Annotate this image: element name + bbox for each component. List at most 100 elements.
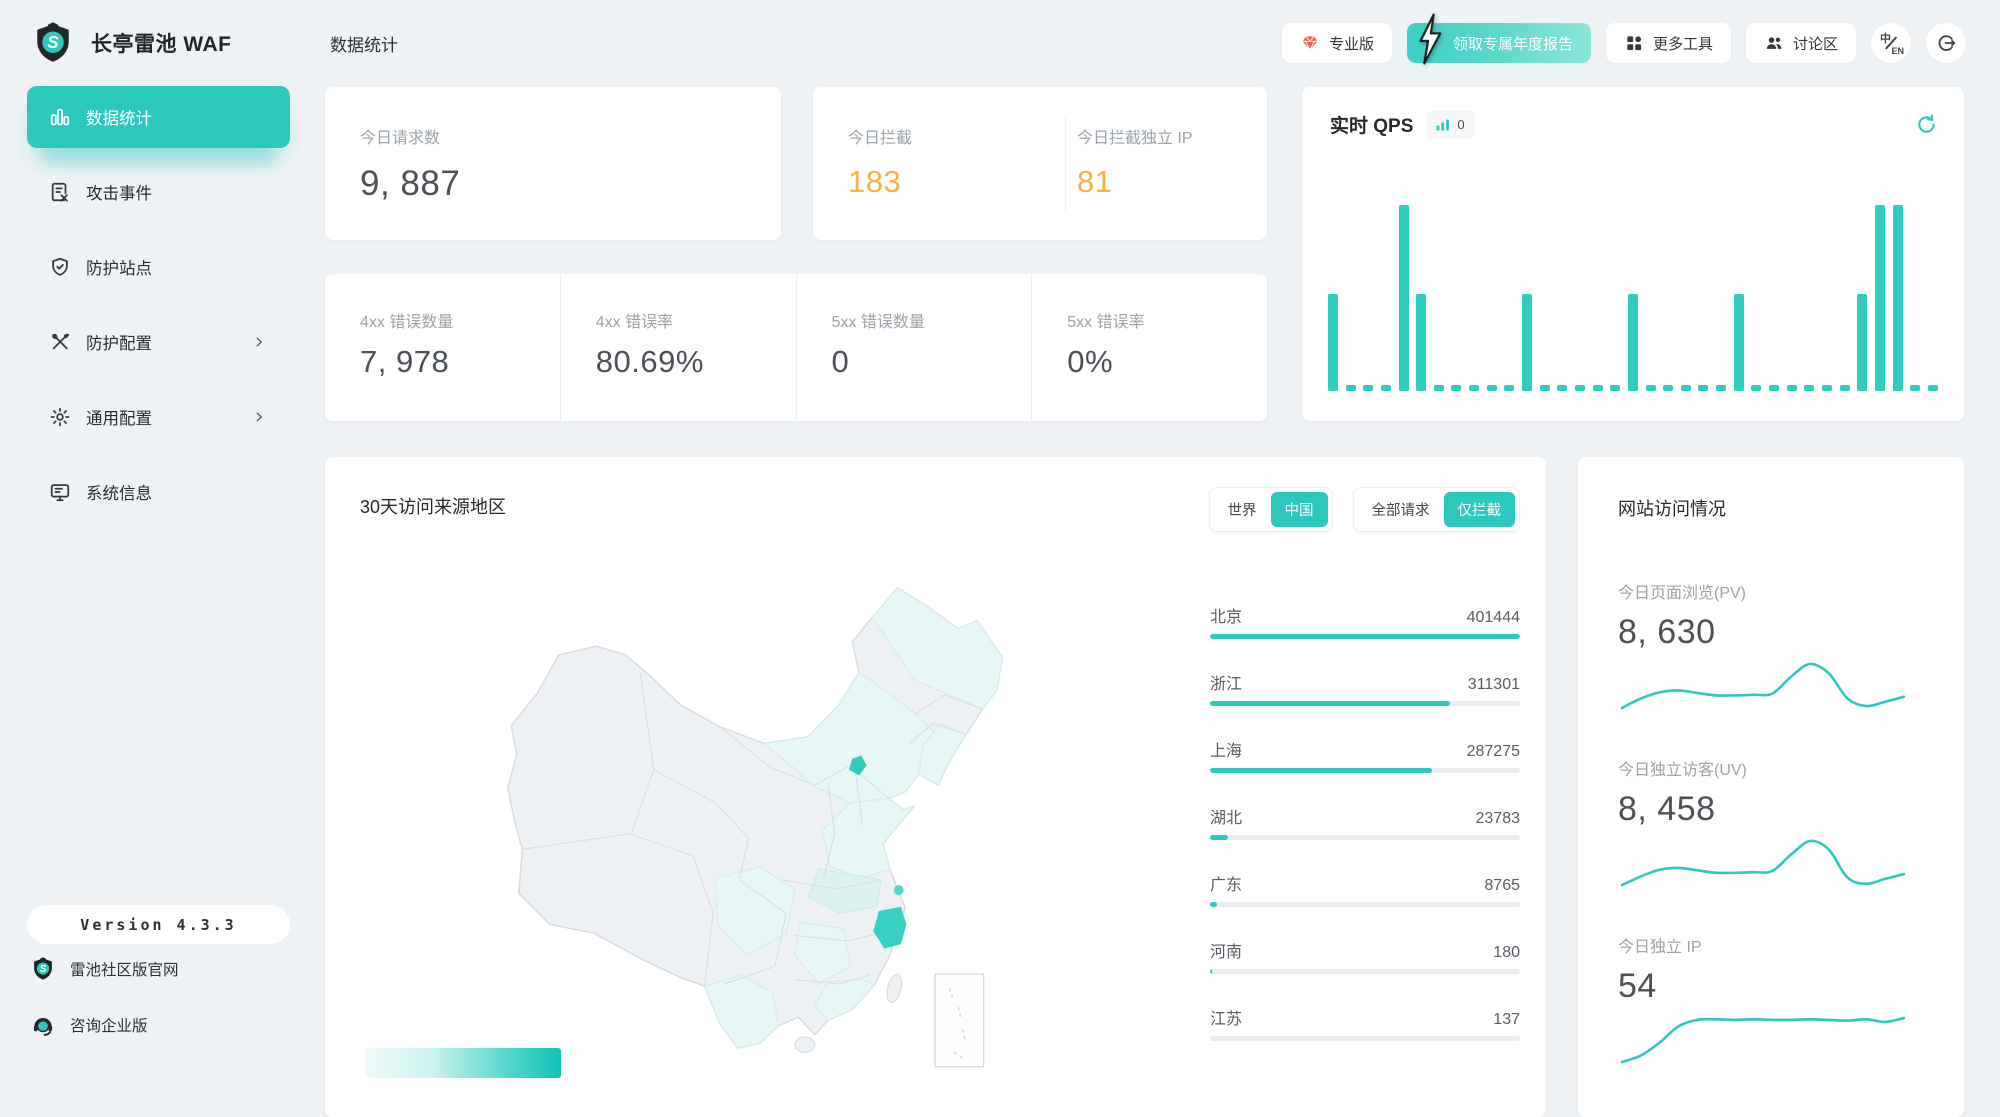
province-bar-track: [1210, 768, 1520, 773]
province-row: 上海 287275: [1210, 737, 1520, 804]
sidebar-link-community-site[interactable]: S 雷池社区版官网: [30, 952, 179, 986]
annual-report-button[interactable]: 领取专属年度报告: [1406, 13, 1591, 65]
app-title: 长亭雷池 WAF: [91, 33, 232, 56]
sidebar-item-general-config[interactable]: 通用配置: [27, 386, 290, 448]
visit-metric-label: 今日独立 IP: [1618, 939, 1702, 956]
error-stat-col: 5xx 错误率 0%: [1031, 274, 1267, 421]
request-type-toggle: 全部请求 仅拦截: [1352, 487, 1520, 532]
qps-bar: [1804, 385, 1815, 391]
qps-bar: [1451, 385, 1462, 391]
svg-text:S: S: [47, 32, 59, 52]
sidebar-item-system-info[interactable]: 系统信息: [27, 461, 290, 523]
logout-icon: [1938, 35, 1956, 51]
sidebar-link-label: 雷池社区版官网: [70, 962, 179, 979]
qps-bar: [1769, 385, 1780, 391]
site-visits-card: 网站访问情况 今日页面浏览(PV) 8, 630 今日独立访客(UV) 8, 458…: [1578, 457, 1964, 1117]
attack-log-icon: [49, 181, 71, 203]
province-row: 北京 401444: [1210, 603, 1520, 670]
qps-bar: [1416, 294, 1427, 391]
qps-bar: [1610, 385, 1621, 391]
province-name: 湖北: [1210, 810, 1243, 827]
error-stat-value: 0: [831, 344, 850, 379]
uv-metric: 今日独立访客(UV) 8, 458: [1618, 756, 1924, 889]
province-bar-track: [1210, 835, 1520, 840]
sidebar-item-protection-config[interactable]: 防护配置: [27, 311, 290, 373]
map-shanghai-region: [893, 885, 904, 896]
region-card-toggles: 世界 中国 全部请求 仅拦截: [1208, 487, 1520, 532]
visit-metric-sparkline: [1620, 1016, 1906, 1064]
error-stat-col: 4xx 错误率 80.69%: [559, 274, 796, 421]
qps-badge-value: 0: [1457, 117, 1465, 132]
qps-bar: [1910, 385, 1921, 391]
region-sources-card: 30天访问来源地区 世界 中国 全部请求 仅拦截 北京 401444 浙江 31…: [325, 457, 1546, 1117]
sidebar-item-label: 攻击事件: [86, 185, 152, 203]
forum-label: 讨论区: [1792, 35, 1838, 53]
chevron-right-icon: [252, 410, 266, 424]
request-type-option[interactable]: 全部请求: [1358, 492, 1444, 527]
today-block-ips-label: 今日拦截独立 IP: [1077, 130, 1193, 147]
region-scope-toggle: 世界 中国: [1208, 487, 1333, 532]
error-stat-label: 5xx 错误率: [1067, 314, 1145, 331]
province-bar-track: [1210, 902, 1520, 907]
qps-bar: [1821, 385, 1832, 391]
error-stat-value: 7, 978: [360, 344, 450, 379]
province-value: 311301: [1467, 676, 1520, 693]
sidebar-link-enterprise[interactable]: 咨询企业版: [30, 1008, 148, 1042]
grid-icon: [1627, 36, 1642, 51]
visit-metric-label: 今日独立访客(UV): [1618, 762, 1747, 779]
error-stat-value: 0%: [1067, 344, 1114, 379]
annual-report-label: 领取专属年度报告: [1452, 35, 1573, 53]
sidebar-item-attack-events[interactable]: 攻击事件: [27, 161, 290, 223]
qps-bar: [1345, 385, 1356, 391]
region-scope-option[interactable]: 中国: [1270, 492, 1328, 527]
province-name: 浙江: [1210, 676, 1243, 693]
vertical-divider: [1065, 115, 1066, 212]
today-blocks-value: 183: [848, 164, 902, 199]
qps-bar: [1469, 385, 1480, 391]
error-stat-label: 4xx 错误率: [595, 314, 674, 331]
today-requests-label: 今日请求数: [360, 130, 441, 147]
qps-bar: [1398, 205, 1409, 391]
qps-bar: [1839, 385, 1850, 391]
logout-button[interactable]: [1926, 23, 1966, 63]
region-scope-option[interactable]: 世界: [1214, 492, 1271, 527]
province-value: 23783: [1475, 810, 1521, 827]
province-bar-track: [1210, 701, 1520, 706]
qps-bar: [1522, 294, 1533, 391]
qps-bar: [1486, 385, 1497, 391]
province-bar-fill: [1210, 969, 1213, 974]
province-bar-fill: [1210, 701, 1451, 706]
sidebar-item-label: 防护配置: [86, 335, 152, 353]
qps-bar: [1363, 385, 1374, 391]
error-stat-col: 5xx 错误数量 0: [795, 274, 1032, 421]
qps-bar: [1892, 205, 1903, 391]
province-bar-fill: [1210, 634, 1520, 639]
province-value: 180: [1493, 944, 1520, 961]
sidebar-item-data-stats[interactable]: 数据统计: [27, 86, 290, 148]
sidebar-item-protected-sites[interactable]: 防护站点: [27, 236, 290, 298]
province-value: 287275: [1466, 743, 1520, 760]
error-stat-label: 4xx 错误数量: [360, 314, 454, 331]
topbar-actions: 专业版 领取专属年度报告 更多工具 讨论区 中 EN: [1281, 13, 2000, 65]
qps-bar: [1328, 294, 1338, 391]
people-icon: [1766, 37, 1782, 49]
province-bar-track: [1210, 634, 1520, 639]
today-requests-card: 今日请求数 9, 887: [325, 87, 781, 240]
language-toggle-button[interactable]: 中 EN: [1871, 23, 1911, 63]
gear-icon: [49, 406, 71, 428]
sidebar-item-label: 系统信息: [86, 485, 152, 503]
province-name: 广东: [1210, 877, 1243, 894]
forum-button[interactable]: 讨论区: [1745, 23, 1856, 63]
qps-bar: [1504, 385, 1515, 391]
gem-icon: [1302, 36, 1318, 50]
qps-bar: [1574, 385, 1585, 391]
qps-bar: [1557, 385, 1568, 391]
qps-bar: [1927, 385, 1938, 391]
request-type-option[interactable]: 仅拦截: [1443, 492, 1515, 527]
headset-icon: [30, 1012, 56, 1038]
pro-edition-button[interactable]: 专业版: [1281, 23, 1392, 63]
province-bar-fill: [1210, 835, 1229, 840]
refresh-icon[interactable]: [1915, 113, 1938, 136]
sidebar-item-label: 通用配置: [86, 410, 152, 428]
more-tools-button[interactable]: 更多工具: [1605, 23, 1731, 63]
